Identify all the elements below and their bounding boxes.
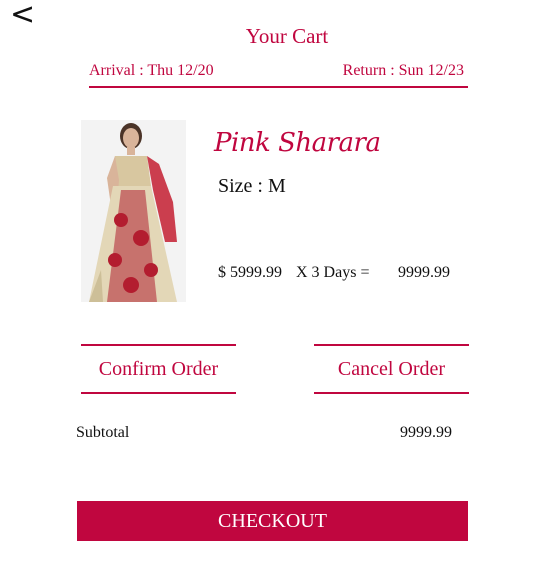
unit-price: $ 5999.99 [218, 264, 282, 281]
product-size: Size : M [218, 175, 286, 197]
line-total: 9999.99 [398, 264, 450, 281]
cancel-order-button[interactable]: Cancel Order [314, 344, 469, 394]
checkout-button[interactable]: CHECKOUT [77, 501, 468, 541]
arrival-date: Arrival : Thu 12/20 [89, 62, 214, 79]
product-name: Pink Sharara [214, 128, 381, 158]
subtotal-value: 9999.99 [400, 424, 452, 441]
confirm-order-label: Confirm Order [98, 357, 219, 380]
dress-photo-icon [81, 120, 186, 302]
page-title: Your Cart [245, 24, 329, 48]
checkout-label: CHECKOUT [218, 509, 327, 532]
rental-days: X 3 Days = [296, 264, 370, 281]
date-divider [89, 86, 468, 88]
return-date: Return : Sun 12/23 [342, 62, 464, 79]
cancel-order-label: Cancel Order [337, 357, 446, 380]
subtotal-label: Subtotal [76, 424, 130, 441]
confirm-order-button[interactable]: Confirm Order [81, 344, 236, 394]
product-image [81, 120, 186, 302]
